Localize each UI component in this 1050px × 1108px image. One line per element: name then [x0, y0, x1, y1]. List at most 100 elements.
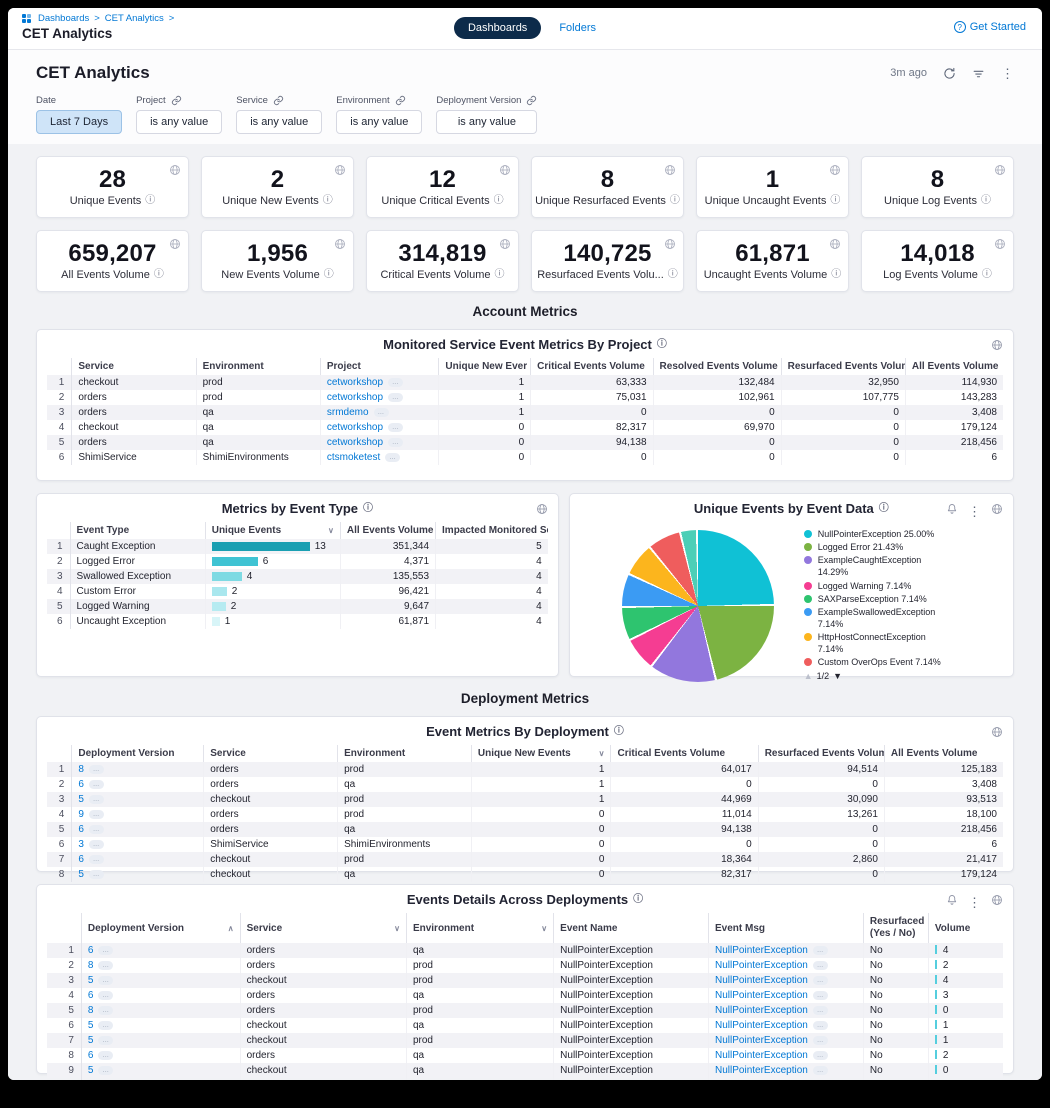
event-msg-link[interactable]: NullPointerException: [715, 945, 808, 956]
more-pill[interactable]: …: [388, 378, 403, 387]
more-pill[interactable]: …: [89, 810, 104, 819]
event-msg-link[interactable]: NullPointerException: [715, 1050, 808, 1061]
project-link[interactable]: ctsmoketest: [327, 452, 380, 463]
more-pill[interactable]: …: [813, 1036, 828, 1045]
deployment-version-link[interactable]: 5: [88, 975, 94, 986]
legend-item[interactable]: Logged Error 21.43%: [804, 541, 989, 553]
more-pill[interactable]: …: [813, 1021, 828, 1030]
more-pill[interactable]: …: [98, 976, 113, 985]
more-pill[interactable]: …: [813, 946, 828, 955]
event-msg-link[interactable]: NullPointerException: [715, 1020, 808, 1031]
info-icon[interactable]: ⓘ: [495, 270, 505, 280]
info-icon[interactable]: ⓘ: [633, 895, 643, 905]
globe-icon[interactable]: [499, 237, 511, 255]
deployment-version-link[interactable]: 3: [78, 839, 84, 850]
more-pill[interactable]: …: [89, 780, 104, 789]
globe-icon[interactable]: [829, 237, 841, 255]
legend-item[interactable]: ExampleSwallowedException 7.14%: [804, 606, 989, 630]
project-link[interactable]: srmdemo: [327, 407, 369, 418]
globe-icon[interactable]: [991, 502, 1003, 520]
deployment-version-link[interactable]: 8: [88, 960, 94, 971]
breadcrumb-cet-analytics[interactable]: CET Analytics: [105, 13, 164, 24]
more-pill[interactable]: …: [89, 795, 104, 804]
info-icon[interactable]: ⓘ: [831, 270, 841, 280]
deployment-version-link[interactable]: 5: [78, 794, 84, 805]
globe-icon[interactable]: [169, 237, 181, 255]
more-pill[interactable]: …: [813, 976, 828, 985]
more-pill[interactable]: …: [98, 991, 113, 1000]
legend-page-up-icon[interactable]: ▲: [804, 671, 813, 681]
tab-dashboards[interactable]: Dashboards: [454, 17, 541, 39]
more-pill[interactable]: …: [89, 765, 104, 774]
globe-icon[interactable]: [991, 893, 1003, 911]
filter-value-button[interactable]: is any value: [336, 110, 422, 134]
kebab-menu-icon[interactable]: ⋮: [968, 896, 981, 909]
filter-icon[interactable]: [972, 67, 985, 80]
more-pill[interactable]: …: [98, 1021, 113, 1030]
more-pill[interactable]: …: [89, 870, 104, 879]
info-icon[interactable]: ⓘ: [879, 504, 889, 514]
more-pill[interactable]: …: [813, 961, 828, 970]
event-msg-link[interactable]: NullPointerException: [715, 1005, 808, 1016]
deployment-version-link[interactable]: 9: [78, 809, 84, 820]
more-pill[interactable]: …: [89, 840, 104, 849]
info-icon[interactable]: ⓘ: [657, 340, 667, 350]
info-icon[interactable]: ⓘ: [670, 196, 680, 206]
kebab-menu-icon[interactable]: ⋮: [968, 505, 981, 518]
kebab-menu-icon[interactable]: ⋮: [1001, 67, 1014, 80]
refresh-icon[interactable]: [943, 67, 956, 80]
deployment-version-link[interactable]: 6: [88, 990, 94, 1001]
more-pill[interactable]: …: [388, 393, 403, 402]
more-pill[interactable]: …: [813, 1051, 828, 1060]
deployment-version-link[interactable]: 5: [78, 869, 84, 880]
breadcrumb-dashboards[interactable]: Dashboards: [38, 13, 89, 24]
globe-icon[interactable]: [991, 338, 1003, 356]
deployment-version-link[interactable]: 5: [88, 1020, 94, 1031]
project-link[interactable]: cetworkshop: [327, 377, 383, 388]
more-pill[interactable]: …: [813, 1006, 828, 1015]
info-icon[interactable]: ⓘ: [614, 727, 624, 737]
deployment-version-link[interactable]: 5: [88, 1035, 94, 1046]
filter-value-button[interactable]: Last 7 Days: [36, 110, 122, 134]
legend-page-down-icon[interactable]: ▼: [833, 671, 842, 681]
event-msg-link[interactable]: NullPointerException: [715, 960, 808, 971]
legend-item[interactable]: HttpHostConnectException 7.14%: [804, 631, 989, 655]
event-msg-link[interactable]: NullPointerException: [715, 975, 808, 986]
legend-item[interactable]: SAXParseException 7.14%: [804, 593, 989, 605]
more-pill[interactable]: …: [89, 825, 104, 834]
globe-icon[interactable]: [334, 163, 346, 181]
info-icon[interactable]: ⓘ: [668, 270, 678, 280]
globe-icon[interactable]: [169, 163, 181, 181]
more-pill[interactable]: …: [98, 1066, 113, 1075]
legend-item[interactable]: Custom OverOps Event 7.14%: [804, 656, 989, 668]
globe-icon[interactable]: [536, 502, 548, 520]
legend-item[interactable]: Logged Warning 7.14%: [804, 580, 989, 592]
project-link[interactable]: cetworkshop: [327, 437, 383, 448]
globe-icon[interactable]: [994, 163, 1006, 181]
more-pill[interactable]: …: [388, 438, 403, 447]
info-icon[interactable]: ⓘ: [324, 270, 334, 280]
tab-folders[interactable]: Folders: [559, 22, 596, 34]
more-pill[interactable]: …: [374, 408, 389, 417]
info-icon[interactable]: ⓘ: [323, 196, 333, 206]
info-icon[interactable]: ⓘ: [830, 196, 840, 206]
info-icon[interactable]: ⓘ: [981, 196, 991, 206]
info-icon[interactable]: ⓘ: [145, 196, 155, 206]
filter-value-button[interactable]: is any value: [436, 110, 537, 134]
info-icon[interactable]: ⓘ: [363, 504, 373, 514]
globe-icon[interactable]: [991, 725, 1003, 743]
info-icon[interactable]: ⓘ: [494, 196, 504, 206]
deployment-version-link[interactable]: 6: [88, 945, 94, 956]
deployment-version-link[interactable]: 6: [78, 824, 84, 835]
deployment-version-link[interactable]: 8: [78, 764, 84, 775]
more-pill[interactable]: …: [98, 1006, 113, 1015]
more-pill[interactable]: …: [89, 855, 104, 864]
deployment-version-link[interactable]: 5: [88, 1065, 94, 1076]
more-pill[interactable]: …: [813, 991, 828, 1000]
filter-value-button[interactable]: is any value: [236, 110, 322, 134]
more-pill[interactable]: …: [98, 946, 113, 955]
more-pill[interactable]: …: [388, 423, 403, 432]
more-pill[interactable]: …: [385, 453, 400, 462]
event-msg-link[interactable]: NullPointerException: [715, 1065, 808, 1076]
more-pill[interactable]: …: [98, 1051, 113, 1060]
